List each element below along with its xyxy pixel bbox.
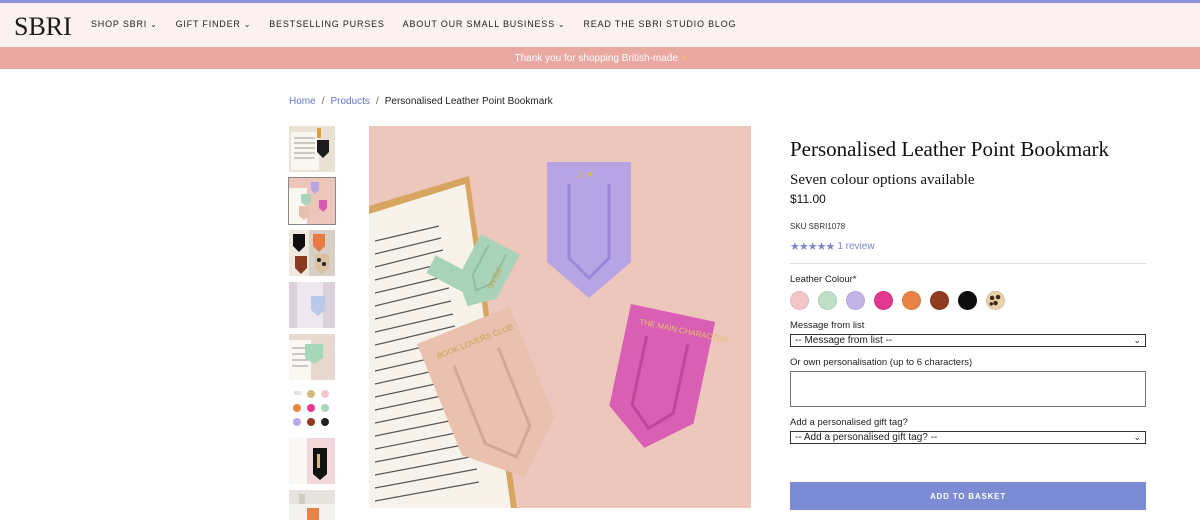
breadcrumb: Home / Products / Personalised Leather P… [289, 96, 553, 107]
thumbnail-gallery [288, 126, 336, 520]
nav-label: SHOP SBRI [91, 19, 148, 29]
product-subtitle: Seven colour options available [790, 172, 975, 188]
thumbnail-7[interactable] [289, 438, 335, 484]
gift-tag-select[interactable]: -- Add a personalised gift tag? -- ⌄ [790, 431, 1146, 444]
own-personalisation-label: Or own personalisation (up to 6 characte… [790, 357, 973, 368]
announcement-banner: Thank you for shopping British-made ▪ [0, 47, 1200, 69]
select-value: -- Add a personalised gift tag? -- [795, 432, 938, 443]
colour-swatches [790, 291, 1146, 310]
select-value: -- Message from list -- [795, 335, 893, 346]
nav-label: BESTSELLING PURSES [269, 19, 385, 29]
chevron-down-icon: ⌄ [1133, 335, 1141, 345]
message-from-list-select[interactable]: -- Message from list -- ⌄ [790, 334, 1146, 347]
thumbnail-6[interactable] [289, 386, 335, 432]
swatch-fuchsia[interactable] [874, 291, 893, 310]
lilac-bookmark-text: J [577, 170, 582, 181]
nav-label: READ THE SBRI STUDIO BLOG [583, 19, 737, 29]
thumbnail-2[interactable] [288, 177, 336, 225]
product-title: Personalised Leather Point Bookmark [790, 137, 1110, 161]
own-personalisation-input[interactable] [790, 371, 1146, 407]
breadcrumb-separator: / [375, 96, 379, 107]
swatch-lilac[interactable] [846, 291, 865, 310]
gift-tag-label: Add a personalised gift tag? [790, 417, 908, 428]
breadcrumb-separator: / [321, 96, 325, 107]
site-logo[interactable]: SBRI [14, 12, 72, 42]
heart-icon: ♥ [587, 170, 593, 181]
product-price: $11.00 [790, 192, 826, 206]
nav-bestselling-purses[interactable]: BESTSELLING PURSES [269, 19, 384, 29]
chevron-down-icon: ⌄ [243, 19, 252, 29]
thumbnail-3[interactable] [289, 230, 335, 276]
star-rating-icon: ★★★★★ [790, 241, 835, 253]
swatch-leopard[interactable] [986, 291, 1005, 310]
breadcrumb-current: Personalised Leather Point Bookmark [384, 96, 553, 107]
swatch-pale-pink[interactable] [790, 291, 809, 310]
nav-label: GIFT FINDER [175, 19, 241, 29]
product-info-panel: Personalised Leather Point Bookmark Seve… [790, 137, 1146, 510]
flag-emoji-icon: ▪ [681, 52, 686, 64]
nav-blog[interactable]: READ THE SBRI STUDIO BLOG [583, 19, 736, 29]
thumbnail-5[interactable] [289, 334, 335, 380]
chevron-down-icon: ⌄ [557, 19, 566, 29]
nav-gift-finder[interactable]: GIFT FINDER ⌄ [176, 19, 252, 29]
thumbnail-4[interactable] [289, 282, 335, 328]
thumbnail-8[interactable] [289, 490, 335, 520]
nav-shop-sbri[interactable]: SHOP SBRI ⌄ [91, 19, 158, 29]
nav-about-business[interactable]: ABOUT OUR SMALL BUSINESS ⌄ [403, 19, 566, 29]
banner-text: Thank you for shopping British-made [514, 52, 678, 64]
reviews-link[interactable]: 1 review [837, 241, 874, 252]
swatch-black[interactable] [958, 291, 977, 310]
leather-colour-label: Leather Colour* [790, 274, 857, 285]
main-product-image[interactable]: READ J ♥ THE MAIN CHARACTER BOOK LOVERS … [369, 126, 751, 508]
breadcrumb-products[interactable]: Products [330, 96, 369, 107]
add-to-basket-button[interactable]: ADD TO BASKET [790, 482, 1146, 510]
product-sku: SKU SBRI1078 [790, 222, 846, 231]
top-navigation-bar: SBRI SHOP SBRI ⌄ GIFT FINDER ⌄ BESTSELLI… [0, 0, 1200, 47]
thumbnail-1[interactable] [289, 126, 335, 172]
chevron-down-icon: ⌄ [1133, 432, 1141, 442]
swatch-tan-brown[interactable] [930, 291, 949, 310]
swatch-orange[interactable] [902, 291, 921, 310]
divider [790, 263, 1146, 264]
message-from-list-label: Message from list [790, 320, 865, 331]
main-nav: SHOP SBRI ⌄ GIFT FINDER ⌄ BESTSELLING PU… [91, 19, 754, 29]
swatch-mint[interactable] [818, 291, 837, 310]
chevron-down-icon: ⌄ [150, 19, 158, 29]
breadcrumb-home[interactable]: Home [289, 96, 316, 107]
nav-label: ABOUT OUR SMALL BUSINESS [402, 19, 555, 29]
product-rating: ★★★★★ 1 review [790, 240, 1146, 253]
